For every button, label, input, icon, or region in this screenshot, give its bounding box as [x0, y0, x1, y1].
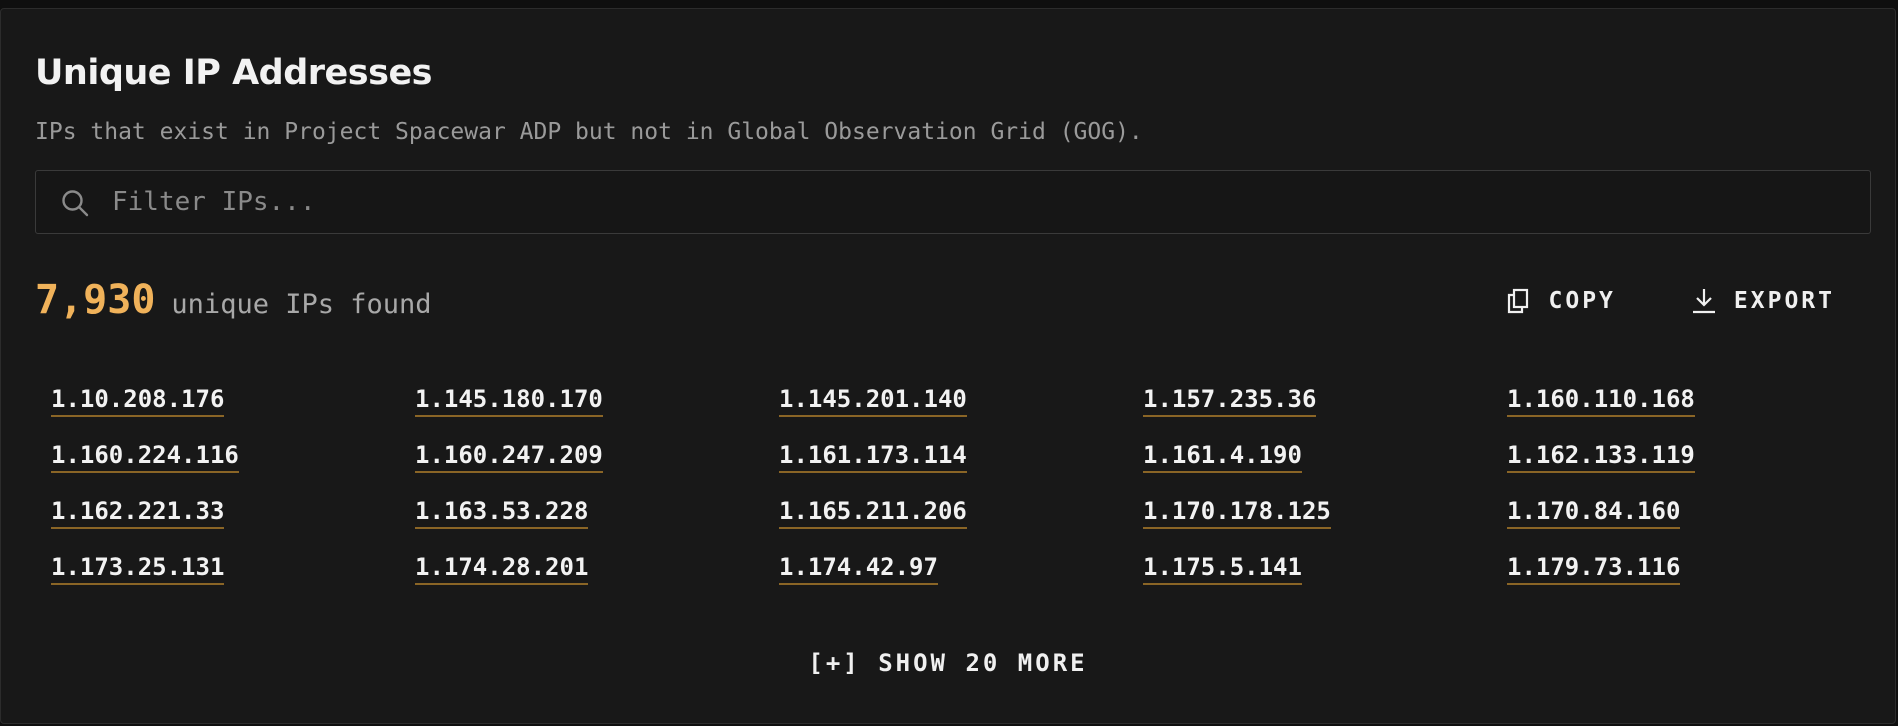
ip-count-label: unique IPs found: [171, 289, 432, 320]
copy-button-label: COPY: [1548, 288, 1616, 314]
panel-title: Unique IP Addresses: [35, 53, 433, 93]
ip-link[interactable]: 1.179.73.116: [1507, 553, 1681, 585]
filter-ips-input[interactable]: [106, 171, 1852, 233]
download-icon: [1690, 287, 1718, 315]
unique-ips-panel: Unique IP Addresses IPs that exist in Pr…: [0, 8, 1896, 724]
ip-link[interactable]: 1.160.224.116: [51, 441, 239, 473]
ip-link[interactable]: 1.145.180.170: [415, 385, 603, 417]
ip-link[interactable]: 1.162.221.33: [51, 497, 225, 529]
ip-link[interactable]: 1.175.5.141: [1143, 553, 1302, 585]
ip-link[interactable]: 1.157.235.36: [1143, 385, 1317, 417]
action-bar: COPY EXPORT: [1505, 287, 1835, 315]
ip-count: 7,930: [35, 277, 156, 323]
ip-link[interactable]: 1.162.133.119: [1507, 441, 1695, 473]
ip-link[interactable]: 1.165.211.206: [779, 497, 967, 529]
export-button-label: EXPORT: [1733, 288, 1835, 314]
ip-count-summary: 7,930 unique IPs found: [35, 277, 432, 323]
ip-link[interactable]: 1.170.84.160: [1507, 497, 1681, 529]
copy-button[interactable]: COPY: [1505, 287, 1616, 315]
panel-subtitle: IPs that exist in Project Spacewar ADP b…: [35, 119, 1143, 145]
ip-link[interactable]: 1.161.4.190: [1143, 441, 1302, 473]
filter-search-box[interactable]: [35, 170, 1871, 234]
ip-link[interactable]: 1.174.28.201: [415, 553, 589, 585]
ip-link[interactable]: 1.161.173.114: [779, 441, 967, 473]
ip-link[interactable]: 1.145.201.140: [779, 385, 967, 417]
ip-link[interactable]: 1.160.110.168: [1507, 385, 1695, 417]
ip-link[interactable]: 1.174.42.97: [779, 553, 938, 585]
search-icon: [60, 188, 90, 218]
ip-link[interactable]: 1.10.208.176: [51, 385, 225, 417]
copy-icon: [1505, 287, 1533, 315]
ip-link[interactable]: 1.173.25.131: [51, 553, 225, 585]
ip-list: 1.10.208.176 1.145.180.170 1.145.201.140…: [51, 385, 1871, 609]
export-button[interactable]: EXPORT: [1690, 287, 1835, 315]
show-more-button[interactable]: [+] SHOW 20 MORE: [1, 649, 1895, 677]
ip-link[interactable]: 1.163.53.228: [415, 497, 589, 529]
ip-link[interactable]: 1.160.247.209: [415, 441, 603, 473]
ip-link[interactable]: 1.170.178.125: [1143, 497, 1331, 529]
